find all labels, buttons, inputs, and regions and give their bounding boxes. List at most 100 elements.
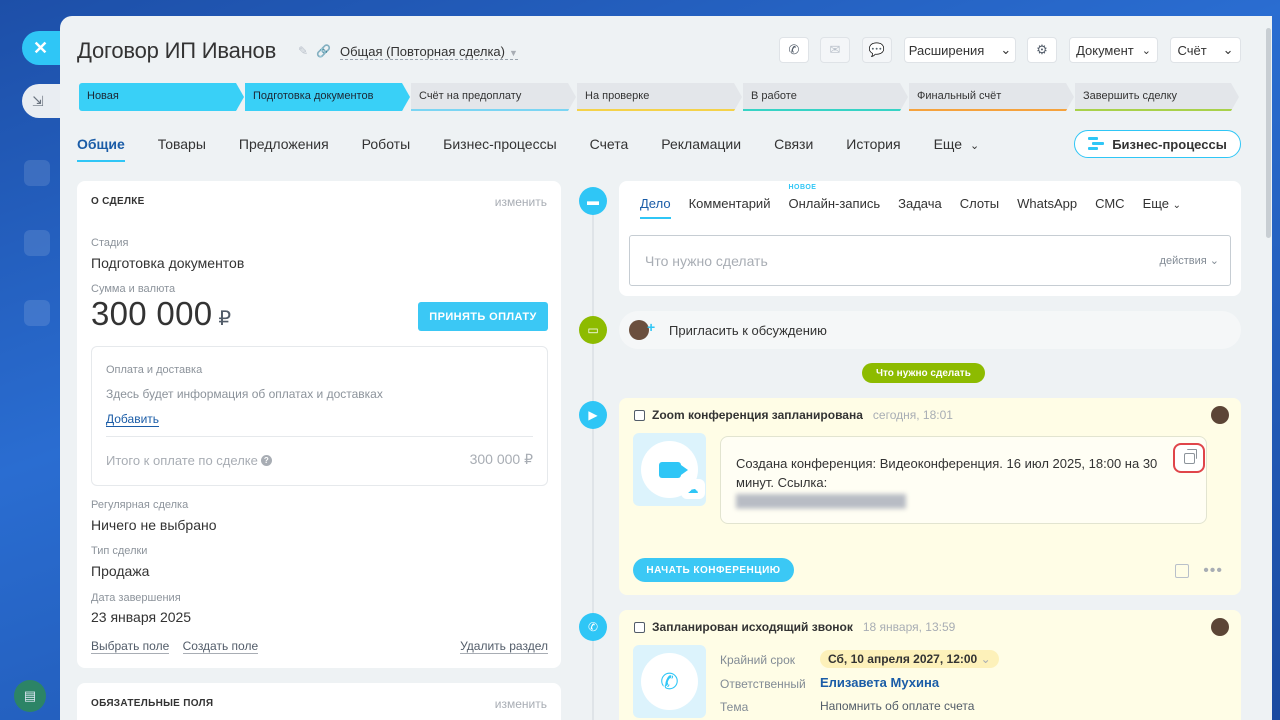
stage-new[interactable]: Новая xyxy=(79,83,244,111)
invoice-label: Счёт xyxy=(1177,42,1207,58)
stage-final-invoice[interactable]: Финальный счёт xyxy=(909,83,1074,111)
add-payment-link[interactable]: Добавить xyxy=(106,412,160,427)
tab-invoices[interactable]: Счета xyxy=(590,136,629,162)
responsible-value[interactable]: Елизавета Мухина xyxy=(820,675,939,690)
more-icon[interactable]: ••• xyxy=(1203,562,1223,580)
call-activity-card: Запланирован исходящий звонок 18 января,… xyxy=(619,610,1241,720)
tab-online-booking[interactable]: НОВОЕ Онлайн-запись xyxy=(788,184,880,219)
call-button[interactable]: ✆ xyxy=(779,37,809,63)
delete-section-link[interactable]: Удалить раздел xyxy=(460,639,548,654)
chat-button[interactable]: 💬 xyxy=(862,37,892,63)
close-icon: ✕ xyxy=(33,37,49,58)
deal-tabs: Общие Товары Предложения Роботы Бизнес-п… xyxy=(77,136,1012,162)
create-field-link[interactable]: Создать поле xyxy=(182,639,259,654)
extensions-button[interactable]: Расширения ⌄ xyxy=(904,37,1016,63)
minimize-slider-button[interactable]: ⇲ xyxy=(22,84,62,118)
payment-box-info: Здесь будет информация об оплатах и дост… xyxy=(106,387,383,401)
cloud-icon: ☁ xyxy=(681,479,705,499)
chat-bot-icon[interactable]: ▤ xyxy=(14,680,46,712)
stage-bar: Новая Подготовка документов Счёт на пред… xyxy=(79,83,1239,113)
deadline-value[interactable]: Сб, 10 апреля 2027, 12:00 ⌄ xyxy=(820,650,999,668)
deal-type-value[interactable]: Продажа xyxy=(91,563,149,579)
timeline-line xyxy=(592,201,594,720)
close-date-value[interactable]: 23 января 2025 xyxy=(91,609,191,625)
tab-robots[interactable]: Роботы xyxy=(362,136,410,162)
activity-title: Запланирован исходящий звонок xyxy=(652,620,853,634)
tab-todo[interactable]: Дело xyxy=(640,196,671,219)
chevron-down-icon: ⌄ xyxy=(980,652,991,666)
select-field-link[interactable]: Выбрать поле xyxy=(91,639,170,654)
edit-section-link[interactable]: изменить xyxy=(495,195,547,209)
stage-field-value[interactable]: Подготовка документов xyxy=(91,255,244,271)
regular-deal-value[interactable]: Ничего не выбрано xyxy=(91,517,217,533)
rail-placeholder xyxy=(24,230,50,256)
invite-label: Пригласить к обсуждению xyxy=(669,323,827,338)
regular-deal-label: Регулярная сделка xyxy=(91,499,189,511)
invoice-button[interactable]: Счёт ⌄ xyxy=(1170,37,1241,63)
tab-whatsapp[interactable]: WhatsApp xyxy=(1017,196,1077,219)
complete-checkbox[interactable] xyxy=(634,621,645,633)
section-footer: Выбрать поле Создать поле Удалить раздел xyxy=(91,639,548,654)
payment-box-title: Оплата и доставка xyxy=(106,364,203,376)
conference-link-blurred[interactable]: ████████████████████ xyxy=(736,494,976,508)
copy-icon xyxy=(1183,448,1197,464)
tab-more[interactable]: Еще ⌄ xyxy=(934,136,980,162)
document-button[interactable]: Документ ⌄ xyxy=(1069,37,1158,63)
edit-title-icon[interactable]: ✎ xyxy=(298,44,308,58)
email-button[interactable]: ✉ xyxy=(820,37,850,63)
tab-general[interactable]: Общие xyxy=(77,136,125,162)
stage-close-deal[interactable]: Завершить сделку xyxy=(1075,83,1239,111)
invite-to-discussion[interactable]: + Пригласить к обсуждению xyxy=(619,311,1241,349)
business-process-icon xyxy=(1088,137,1105,151)
link-icon[interactable]: 🔗 xyxy=(316,44,331,58)
deadline-label: Крайний срок xyxy=(720,653,796,667)
chevron-down-icon: ▼ xyxy=(509,48,518,58)
tab-sms[interactable]: СМС xyxy=(1095,196,1124,219)
tab-products[interactable]: Товары xyxy=(158,136,206,162)
complete-checkbox[interactable] xyxy=(634,409,645,421)
call-icon: ✆ xyxy=(579,613,607,641)
activity-time: 18 января, 13:59 xyxy=(862,620,956,634)
responsible-label: Ответственный xyxy=(720,677,806,691)
amount-field-label: Сумма и валюта xyxy=(91,283,176,295)
stage-review[interactable]: На проверке xyxy=(577,83,742,111)
settings-button[interactable]: ⚙ xyxy=(1027,37,1057,63)
note-icon[interactable] xyxy=(1175,564,1189,578)
tab-links[interactable]: Связи xyxy=(774,136,813,162)
stage-prepayment-invoice[interactable]: Счёт на предоплату xyxy=(411,83,576,111)
tab-slots[interactable]: Слоты xyxy=(960,196,999,219)
tab-claims[interactable]: Рекламации xyxy=(661,136,741,162)
page-title: Договор ИП Иванов xyxy=(77,38,277,63)
help-icon[interactable]: ? xyxy=(260,455,272,466)
scrollbar[interactable] xyxy=(1266,28,1271,238)
tab-task[interactable]: Задача xyxy=(898,196,942,219)
category-selector[interactable]: Общая (Повторная сделка) ▼ xyxy=(340,44,518,60)
about-deal-card: О СДЕЛКЕ изменить Стадия Подготовка доку… xyxy=(77,181,561,668)
tab-quotes[interactable]: Предложения xyxy=(239,136,329,162)
amount-field-value[interactable]: 300 000 ₽ xyxy=(91,295,231,333)
start-conference-button[interactable]: НАЧАТЬ КОНФЕРЕНЦИЮ xyxy=(633,558,794,582)
copy-link-button[interactable] xyxy=(1173,443,1205,473)
stage-preparing-docs[interactable]: Подготовка документов xyxy=(245,83,410,111)
todo-input[interactable]: Что нужно сделать xyxy=(629,235,1231,286)
business-processes-button[interactable]: Бизнес-процессы xyxy=(1074,130,1241,158)
tab-business-processes[interactable]: Бизнес-процессы xyxy=(443,136,556,162)
tab-comment[interactable]: Комментарий xyxy=(689,196,771,219)
avatar[interactable] xyxy=(1211,618,1229,636)
comment-icon: ▭ xyxy=(579,316,607,344)
stage-in-progress[interactable]: В работе xyxy=(743,83,908,111)
accept-payment-button[interactable]: ПРИНЯТЬ ОПЛАТУ xyxy=(418,302,548,331)
close-slider-button[interactable]: ✕ xyxy=(22,31,62,65)
edit-section-link[interactable]: изменить xyxy=(495,697,547,711)
top-bar: Договор ИП Иванов ✎ 🔗 Общая (Повторная с… xyxy=(60,16,1272,84)
avatar[interactable] xyxy=(1211,406,1229,424)
total-value: 300 000 ₽ xyxy=(469,451,533,467)
tab-history[interactable]: История xyxy=(846,136,900,162)
currency-symbol: ₽ xyxy=(218,308,232,330)
tab-more[interactable]: Еще ⌄ xyxy=(1143,196,1181,219)
activity-editor: Дело Комментарий НОВОЕ Онлайн-запись Зада… xyxy=(619,181,1241,296)
gear-icon: ⚙ xyxy=(1036,42,1048,57)
left-rail: ✕ ⇲ ▤ xyxy=(0,0,62,720)
actions-dropdown[interactable]: действия ⌄ xyxy=(1160,254,1219,267)
rail-placeholder xyxy=(24,300,50,326)
